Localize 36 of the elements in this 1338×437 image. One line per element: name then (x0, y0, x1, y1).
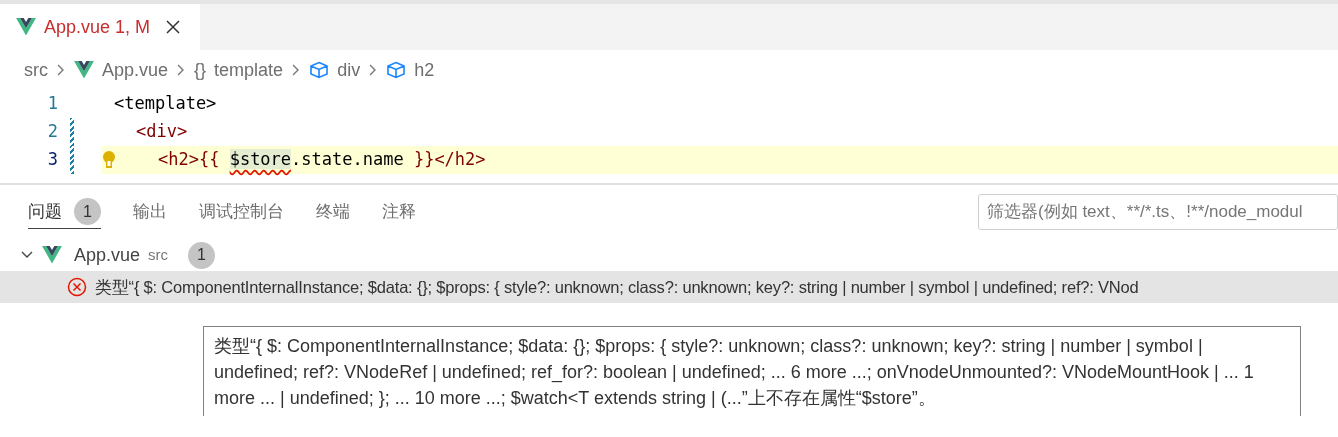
breadcrumb-item[interactable]: template (214, 56, 284, 84)
folder-label: src (148, 244, 169, 265)
panel-tab[interactable]: 调试控制台 (199, 195, 284, 229)
code-line: <div> (136, 120, 188, 144)
filter-field[interactable]: 筛选器(例如 text、**/*.ts、!**/node_modul (978, 194, 1338, 230)
count-badge: 1 (188, 241, 216, 269)
chevron-right-icon (56, 63, 66, 77)
cube-icon (309, 61, 330, 79)
panel-tab[interactable]: 问题 1 (28, 195, 101, 229)
chevron-down-icon[interactable] (20, 250, 34, 260)
vue-logo-icon (16, 18, 36, 36)
breadcrumb-item[interactable]: div (337, 56, 361, 84)
problem-row[interactable]: 类型“{ $: ComponentInternalInstance; $data: {}; $props: { style?: unknown; class?: unknown; key?: string | number | symbol | undefined; ref?: VNod (0, 271, 1338, 303)
breadcrumb-item[interactable]: h2 (414, 56, 435, 84)
tooltip-message: 类型“{ $: ComponentInternalInstance; $data: {}; $props: { style?: unknown; class?: unknown; key?: string | number | symbol | undefined; ref?: VNodeRef | undefined; ref_for?: boolean | undefined; ... 6 more ...; onVnodeUnmounted?: VNodeMountHook | ... 1 more ... | undefined; }; ... 10 more ...; $watch<T extends string | (...”上不存在属性“$store”。 (214, 335, 1255, 410)
tab-title: App.vue 1, M (44, 15, 151, 39)
problem-message: 类型“{ $: ComponentInternalInstance; $data: {}; $props: { style?: unknown; class?: unknown; key?: string | number | symbol | undefined; ref?: VNod (95, 276, 1139, 298)
panel-tab[interactable]: 输出 (133, 195, 167, 229)
cube-icon (386, 61, 407, 79)
code-line: <h2>{{ $store.state.name }}</h2> (158, 148, 486, 172)
error-icon (67, 277, 87, 297)
line-number: 1 (46, 92, 59, 116)
close-icon[interactable] (166, 20, 181, 34)
vue-logo-icon (74, 61, 94, 79)
code-line: <template> (114, 92, 217, 116)
breadcrumb-item[interactable]: App.vue (102, 56, 169, 84)
count-badge: 1 (74, 198, 101, 225)
breadcrumb-item[interactable]: src (24, 56, 48, 84)
braces-icon: {} (194, 56, 207, 84)
vue-logo-icon (42, 246, 62, 264)
file-name[interactable]: App.vue (74, 241, 141, 269)
line-number: 2 (46, 120, 59, 144)
editor-tab[interactable]: App.vue 1, M (0, 4, 200, 50)
line-number: 3 (46, 148, 59, 172)
panel-tab[interactable]: 终端 (316, 195, 350, 229)
panel-tab[interactable]: 注释 (382, 195, 416, 229)
